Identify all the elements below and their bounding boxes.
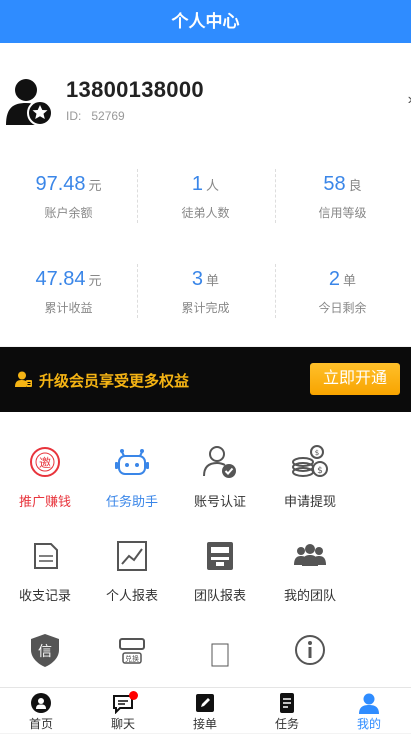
robot-icon — [115, 449, 149, 475]
stats-panel: 97.48 元 账户余额 1人 徒弟人数 58 良 信用等级 47.84 元 累计收益… — [0, 146, 411, 346]
stat-balance[interactable]: 97.48 元 账户余额 — [0, 173, 137, 221]
menu-my-team[interactable]: 我的团队 — [265, 536, 355, 604]
coins-icon: $ $ — [292, 445, 328, 477]
menu-promote[interactable]: 邀 推广赚钱 — [0, 442, 90, 510]
menu-records[interactable]: 收支记录 — [0, 536, 90, 604]
tab-label: 接单 — [192, 717, 217, 731]
tablet-icon — [211, 643, 229, 667]
credit-shield-icon: 信 — [31, 634, 59, 667]
stat-label: 累计收益 — [44, 301, 93, 315]
page-title: 个人中心 — [0, 0, 411, 43]
task-icon — [280, 693, 294, 713]
menu-credit[interactable]: 信 — [0, 630, 90, 679]
svg-text:邀: 邀 — [39, 455, 51, 470]
svg-text:$: $ — [315, 449, 319, 457]
stat-unit: 元 — [88, 178, 102, 193]
divider — [137, 264, 138, 318]
team-icon — [294, 544, 326, 566]
tab-orders[interactable]: 接单 — [164, 688, 246, 734]
exchange-card-icon: 兑换 — [119, 638, 145, 664]
user-id-value: 52769 — [91, 109, 125, 123]
stat-unit: 人 — [206, 178, 220, 193]
feature-grid: 邀 推广赚钱 任务助手 账号认证 $ $ 申请提现 收支记录 个人报表 团队报表… — [0, 412, 411, 687]
menu-verify[interactable]: 账号认证 — [175, 442, 265, 510]
vip-user-icon — [15, 371, 32, 387]
menu-exchange[interactable]: 兑换 — [87, 630, 177, 679]
stat-value: 47.84 — [35, 268, 86, 290]
menu-label: 我的团队 — [283, 588, 336, 603]
menu-about[interactable] — [265, 630, 355, 679]
tab-chat[interactable]: 聊天 — [82, 688, 164, 734]
stat-credit[interactable]: 58 良 信用等级 — [274, 173, 411, 221]
vip-banner: 升级会员享受更多权益 立即开通 — [0, 347, 411, 412]
profile-card[interactable]: 13800138000 ID:52769 › — [0, 43, 411, 146]
edit-icon — [196, 694, 214, 712]
stat-value: 58 — [323, 173, 346, 195]
menu-label: 收支记录 — [18, 588, 71, 603]
receipt-icon — [34, 543, 58, 569]
stat-today-left[interactable]: 2单 今日剩余 — [274, 268, 411, 316]
home-icon — [31, 693, 51, 713]
menu-team-report[interactable]: 团队报表 — [175, 536, 265, 604]
stat-label: 信用等级 — [318, 206, 367, 220]
credit-char: 信 — [38, 644, 52, 660]
stat-apprentices[interactable]: 1人 徒弟人数 — [137, 173, 274, 221]
stat-value: 1 — [191, 173, 204, 195]
unread-badge — [129, 691, 138, 700]
tab-label: 任务 — [274, 717, 299, 731]
tab-label: 首页 — [28, 717, 53, 731]
stat-unit: 元 — [88, 273, 102, 288]
tab-tasks[interactable]: 任务 — [246, 688, 328, 734]
stat-value: 3 — [191, 268, 204, 290]
divider — [275, 264, 276, 318]
info-icon — [295, 635, 325, 665]
stat-label: 今日剩余 — [318, 301, 367, 315]
vip-banner-text: 升级会员享受更多权益 — [39, 373, 190, 390]
stat-total-done[interactable]: 3单 累计完成 — [137, 268, 274, 316]
phone-number: 13800138000 — [66, 77, 204, 102]
svg-text:$: $ — [317, 466, 323, 476]
tab-home[interactable]: 首页 — [0, 688, 82, 734]
menu-withdraw[interactable]: $ $ 申请提现 — [265, 442, 355, 510]
exchange-card-text: 兑换 — [125, 654, 139, 663]
menu-label: 任务助手 — [105, 494, 158, 509]
stat-label: 账户余额 — [44, 206, 93, 220]
tab-label: 我的 — [356, 717, 381, 731]
tab-mine[interactable]: 我的 — [328, 688, 410, 734]
report-icon — [207, 542, 233, 570]
invite-icon: 邀 — [30, 447, 60, 477]
menu-label: 申请提现 — [283, 494, 336, 509]
stat-unit: 单 — [206, 273, 220, 288]
stat-total-income[interactable]: 47.84 元 累计收益 — [0, 268, 137, 316]
stat-unit: 良 — [348, 178, 362, 193]
menu-label: 账号认证 — [193, 494, 246, 509]
menu-label: 个人报表 — [105, 588, 158, 603]
stat-unit: 单 — [343, 273, 357, 288]
user-check-icon — [203, 446, 236, 478]
user-id: ID: 52769 — [66, 109, 125, 123]
avatar-icon — [6, 79, 53, 126]
user-id-label: ID: — [66, 109, 82, 123]
tab-label: 聊天 — [110, 717, 135, 731]
open-vip-button[interactable]: 立即开通 — [310, 363, 400, 395]
menu-tablet[interactable] — [175, 630, 265, 679]
chart-icon — [117, 541, 147, 571]
stat-label: 累计完成 — [181, 301, 230, 315]
menu-label: 推广赚钱 — [18, 494, 71, 509]
profile-icon — [359, 693, 379, 714]
menu-personal-report[interactable]: 个人报表 — [87, 536, 177, 604]
stat-label: 徒弟人数 — [181, 206, 230, 220]
stat-value: 2 — [328, 268, 341, 290]
menu-task-helper[interactable]: 任务助手 — [87, 442, 177, 510]
tab-bar: 首页 聊天 接单 任务 我的 — [0, 687, 411, 733]
divider — [137, 169, 138, 223]
divider — [275, 169, 276, 223]
stat-value: 97.48 — [35, 173, 86, 195]
menu-label: 团队报表 — [193, 588, 246, 603]
